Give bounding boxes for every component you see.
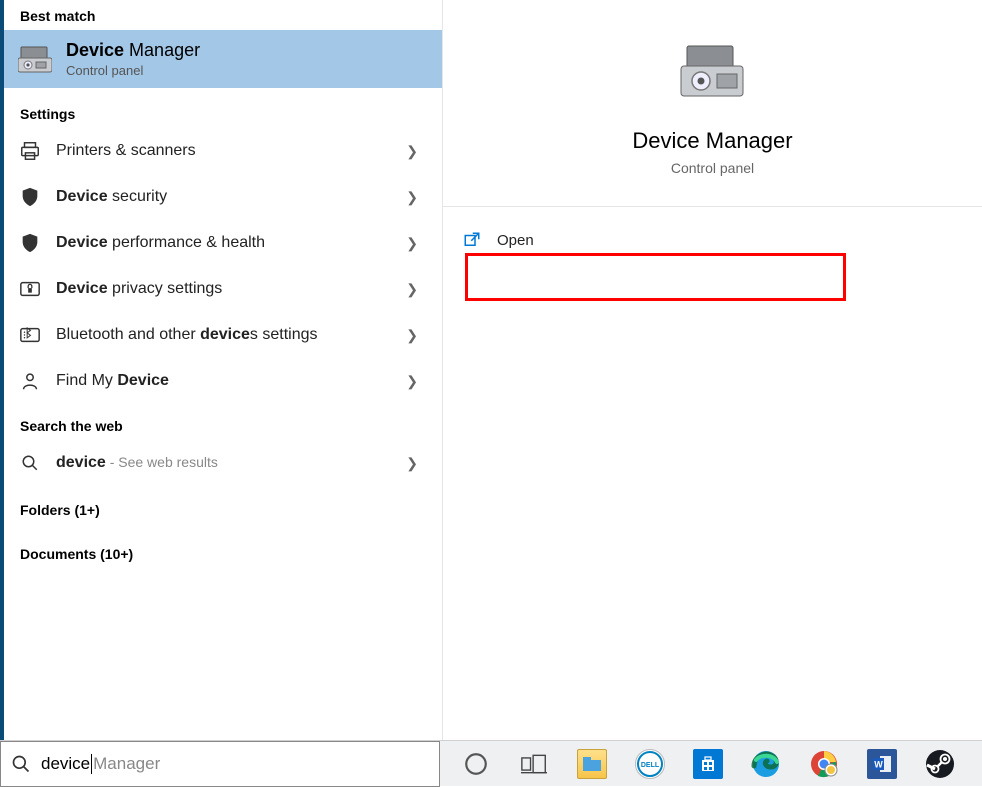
section-settings: Settings (4, 98, 442, 128)
findmy-icon (18, 369, 42, 393)
detail-panel: Device Manager Control panel Open (443, 0, 982, 740)
settings-item-1[interactable]: Device security❯ (4, 174, 442, 220)
word-icon[interactable]: W (862, 744, 902, 784)
settings-item-4[interactable]: Bluetooth and other devices settings❯ (4, 312, 442, 358)
search-typed-text: device (41, 754, 90, 774)
detail-title: Device Manager (632, 128, 792, 154)
open-icon (463, 231, 481, 249)
settings-item-5[interactable]: Find My Device❯ (4, 358, 442, 404)
chevron-right-icon: ❯ (406, 143, 418, 160)
printer-icon (18, 139, 42, 163)
search-results-panel: Best match Device Manager Control panel … (0, 0, 443, 740)
cortana-icon[interactable] (456, 744, 496, 784)
action-open[interactable]: Open (443, 215, 982, 265)
device-manager-large-icon (677, 40, 749, 112)
section-folders[interactable]: Folders (1+) (4, 494, 442, 524)
bluetooth-icon (18, 323, 42, 347)
chevron-right-icon: ❯ (406, 373, 418, 390)
edge-icon[interactable] (746, 744, 786, 784)
chevron-right-icon: ❯ (406, 189, 418, 206)
settings-item-label: Printers & scanners (56, 142, 406, 160)
search-icon (18, 451, 42, 475)
settings-item-label: Find My Device (56, 372, 406, 390)
chevron-right-icon: ❯ (406, 455, 418, 472)
shield-icon (18, 231, 42, 255)
msstore-icon[interactable] (688, 744, 728, 784)
steam-icon[interactable] (920, 744, 960, 784)
best-match-device-manager[interactable]: Device Manager Control panel (4, 30, 442, 88)
settings-item-0[interactable]: Printers & scanners❯ (4, 128, 442, 174)
settings-item-label: Device performance & health (56, 234, 406, 252)
taskbar: device Manager DELL W (0, 740, 982, 786)
settings-item-3[interactable]: Device privacy settings❯ (4, 266, 442, 312)
text-cursor (91, 754, 92, 774)
settings-item-label: Device security (56, 188, 406, 206)
action-open-label: Open (497, 232, 534, 249)
chevron-right-icon: ❯ (406, 327, 418, 344)
svg-text:W: W (874, 759, 883, 769)
section-documents[interactable]: Documents (10+) (4, 538, 442, 568)
taskbar-search-box[interactable]: device Manager (0, 741, 440, 787)
best-match-title: Device Manager (66, 40, 200, 61)
best-match-subtitle: Control panel (66, 63, 200, 78)
dell-icon[interactable]: DELL (630, 744, 670, 784)
shield-icon (18, 185, 42, 209)
detail-subtitle: Control panel (671, 160, 754, 176)
section-best-match: Best match (4, 0, 442, 30)
device-manager-icon (18, 42, 52, 76)
search-suggestion-ghost: Manager (93, 754, 160, 774)
chrome-icon[interactable] (804, 744, 844, 784)
web-result-text: device - See web results (56, 454, 406, 472)
web-result-device[interactable]: device - See web results ❯ (4, 440, 442, 486)
chevron-right-icon: ❯ (406, 235, 418, 252)
explorer-icon[interactable] (572, 744, 612, 784)
chevron-right-icon: ❯ (406, 281, 418, 298)
settings-item-label: Device privacy settings (56, 280, 406, 298)
settings-item-label: Bluetooth and other devices settings (56, 326, 406, 344)
section-search-web: Search the web (4, 410, 442, 440)
settings-item-2[interactable]: Device performance & health❯ (4, 220, 442, 266)
svg-text:DELL: DELL (641, 762, 660, 769)
taskview-icon[interactable] (514, 744, 554, 784)
privacy-icon (18, 277, 42, 301)
search-icon (11, 754, 31, 774)
